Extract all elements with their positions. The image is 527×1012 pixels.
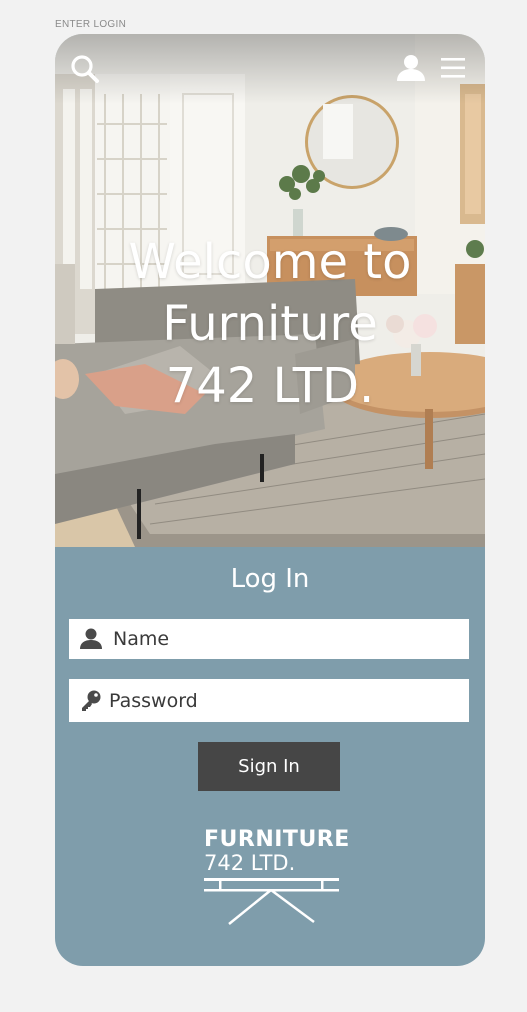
login-title: Log In <box>230 564 310 594</box>
name-field[interactable] <box>69 619 469 659</box>
brand-name: FURNITURE <box>204 827 350 852</box>
account-button[interactable] <box>395 54 427 82</box>
phone-card: Welcome to Furniture 742 LTD. Log In Sig… <box>55 34 485 966</box>
brand-subtitle: 742 LTD. <box>204 851 296 875</box>
user-icon <box>80 628 102 649</box>
search-icon <box>71 55 99 83</box>
headline-line: Furniture <box>162 296 378 352</box>
screen-caption: ENTER LOGIN <box>55 19 127 30</box>
password-input[interactable] <box>109 679 469 722</box>
name-input[interactable] <box>113 619 469 659</box>
key-icon <box>82 690 101 711</box>
welcome-headline: Welcome to Furniture 742 LTD. <box>55 231 485 417</box>
headline-line: 742 LTD. <box>165 358 375 414</box>
hero-banner: Welcome to Furniture 742 LTD. <box>55 34 485 547</box>
password-field[interactable] <box>69 679 469 722</box>
headline-line: Welcome to <box>128 234 412 290</box>
sign-in-button[interactable]: Sign In <box>198 742 340 791</box>
menu-button[interactable] <box>440 56 466 80</box>
table-logo-icon <box>204 878 339 925</box>
hamburger-menu-icon <box>441 58 465 78</box>
brand-logo: FURNITURE 742 LTD. <box>204 827 349 927</box>
search-button[interactable] <box>70 54 100 84</box>
user-icon <box>397 55 425 81</box>
